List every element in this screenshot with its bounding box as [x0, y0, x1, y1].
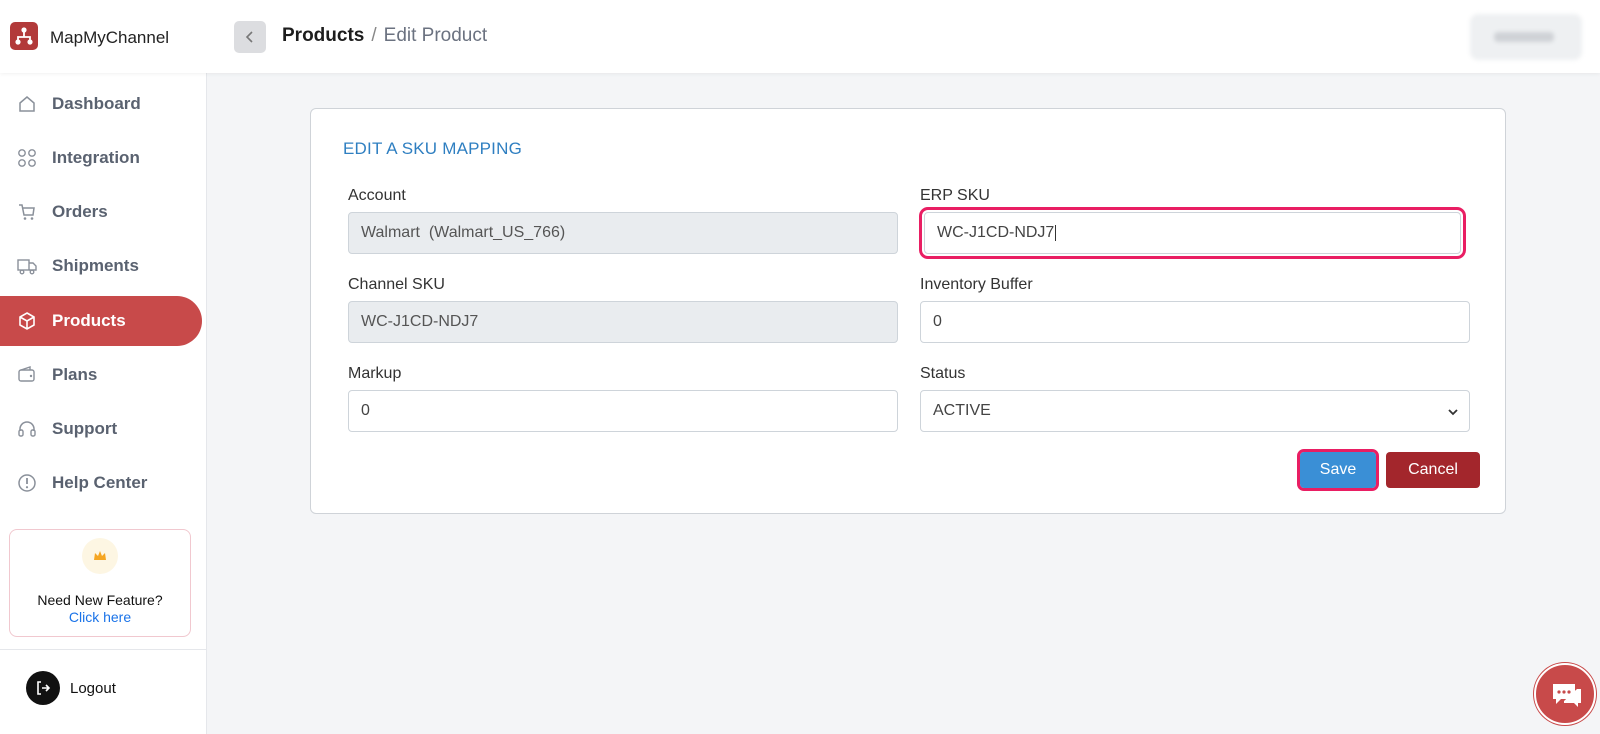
- home-icon: [16, 93, 38, 115]
- box-icon: [16, 310, 38, 332]
- edit-sku-mapping-card: EDIT A SKU MAPPING Account Walmart (Walm…: [310, 108, 1506, 514]
- chat-widget-button[interactable]: [1534, 663, 1596, 725]
- erp-sku-label: ERP SKU: [920, 187, 990, 204]
- headset-icon: [16, 418, 38, 440]
- markup-value: 0: [361, 402, 370, 419]
- inventory-buffer-value: 0: [933, 313, 942, 330]
- app-logo-icon[interactable]: [10, 22, 38, 50]
- save-button[interactable]: Save: [1297, 449, 1379, 491]
- feature-title: Need New Feature?: [37, 592, 163, 608]
- status-select[interactable]: ACTIVE: [920, 390, 1470, 432]
- channel-sku-value: WC-J1CD-NDJ7: [361, 313, 479, 330]
- cancel-button[interactable]: Cancel: [1386, 452, 1480, 488]
- sidebar-item-label: Integration: [52, 148, 140, 167]
- sidebar-item-help-center[interactable]: Help Center: [0, 458, 202, 508]
- logout-label: Logout: [70, 679, 116, 697]
- sidebar-item-plans[interactable]: Plans: [0, 350, 202, 400]
- status-label: Status: [920, 365, 966, 382]
- markup-label: Markup: [348, 365, 402, 382]
- sidebar-item-dashboard[interactable]: Dashboard: [0, 79, 202, 129]
- sidebar-item-label: Dashboard: [52, 94, 141, 113]
- breadcrumb: Products / Edit Product: [282, 25, 487, 47]
- form-heading: EDIT A SKU MAPPING: [343, 139, 523, 158]
- breadcrumb-edit-product: Edit Product: [383, 25, 488, 46]
- chevron-down-icon: [1447, 405, 1459, 423]
- sidebar-item-label: Plans: [52, 365, 98, 384]
- inventory-buffer-input[interactable]: 0: [920, 301, 1470, 343]
- erp-sku-value: WC-J1CD-NDJ7: [937, 224, 1055, 241]
- sidebar-item-orders[interactable]: Orders: [0, 187, 202, 237]
- sidebar-item-label: Products: [52, 311, 126, 330]
- account-field[interactable]: Walmart (Walmart_US_766): [348, 212, 898, 254]
- channel-sku-label: Channel SKU: [348, 276, 445, 293]
- markup-input[interactable]: 0: [348, 390, 898, 432]
- sidebar-item-label: Orders: [52, 202, 108, 221]
- sidebar-item-label: Support: [52, 419, 118, 438]
- crown-icon: [82, 538, 118, 574]
- logout-button[interactable]: Logout: [26, 671, 116, 705]
- app-title: MapMyChannel: [50, 28, 170, 47]
- account-label: Account: [348, 187, 406, 204]
- channel-sku-field[interactable]: WC-J1CD-NDJ7: [348, 301, 898, 343]
- sidebar-divider: [0, 649, 206, 650]
- wallet-icon: [16, 364, 38, 386]
- inventory-buffer-label: Inventory Buffer: [920, 276, 1033, 293]
- sidebar-item-label: Help Center: [52, 473, 148, 492]
- sidebar-item-label: Shipments: [52, 256, 139, 275]
- logout-icon: [26, 671, 60, 705]
- breadcrumb-products[interactable]: Products: [282, 25, 364, 46]
- account-value: Walmart (Walmart_US_766): [361, 224, 566, 241]
- text-cursor: [1055, 225, 1057, 241]
- sidebar-item-support[interactable]: Support: [0, 404, 202, 454]
- sidebar-item-shipments[interactable]: Shipments: [0, 241, 202, 291]
- back-button[interactable]: [234, 21, 266, 53]
- truck-icon: [16, 255, 38, 277]
- sidebar-item-products[interactable]: Products: [0, 296, 202, 346]
- breadcrumb-separator: /: [371, 25, 377, 46]
- feature-request-card: Need New Feature? Click here: [9, 529, 191, 637]
- grid-icon: [16, 147, 38, 169]
- sidebar-item-integration[interactable]: Integration: [0, 133, 202, 183]
- sidebar: Dashboard Integration Orders Shipments P…: [0, 73, 207, 734]
- chat-icon: [1553, 684, 1581, 707]
- status-value: ACTIVE: [933, 402, 991, 419]
- cart-icon: [16, 201, 38, 223]
- erp-sku-input[interactable]: WC-J1CD-NDJ7: [919, 207, 1466, 259]
- info-icon: [16, 472, 38, 494]
- user-avatar[interactable]: [1470, 14, 1582, 60]
- top-bar: MapMyChannel Products / Edit Product: [0, 0, 1600, 73]
- feature-click-here-link[interactable]: Click here: [10, 609, 190, 625]
